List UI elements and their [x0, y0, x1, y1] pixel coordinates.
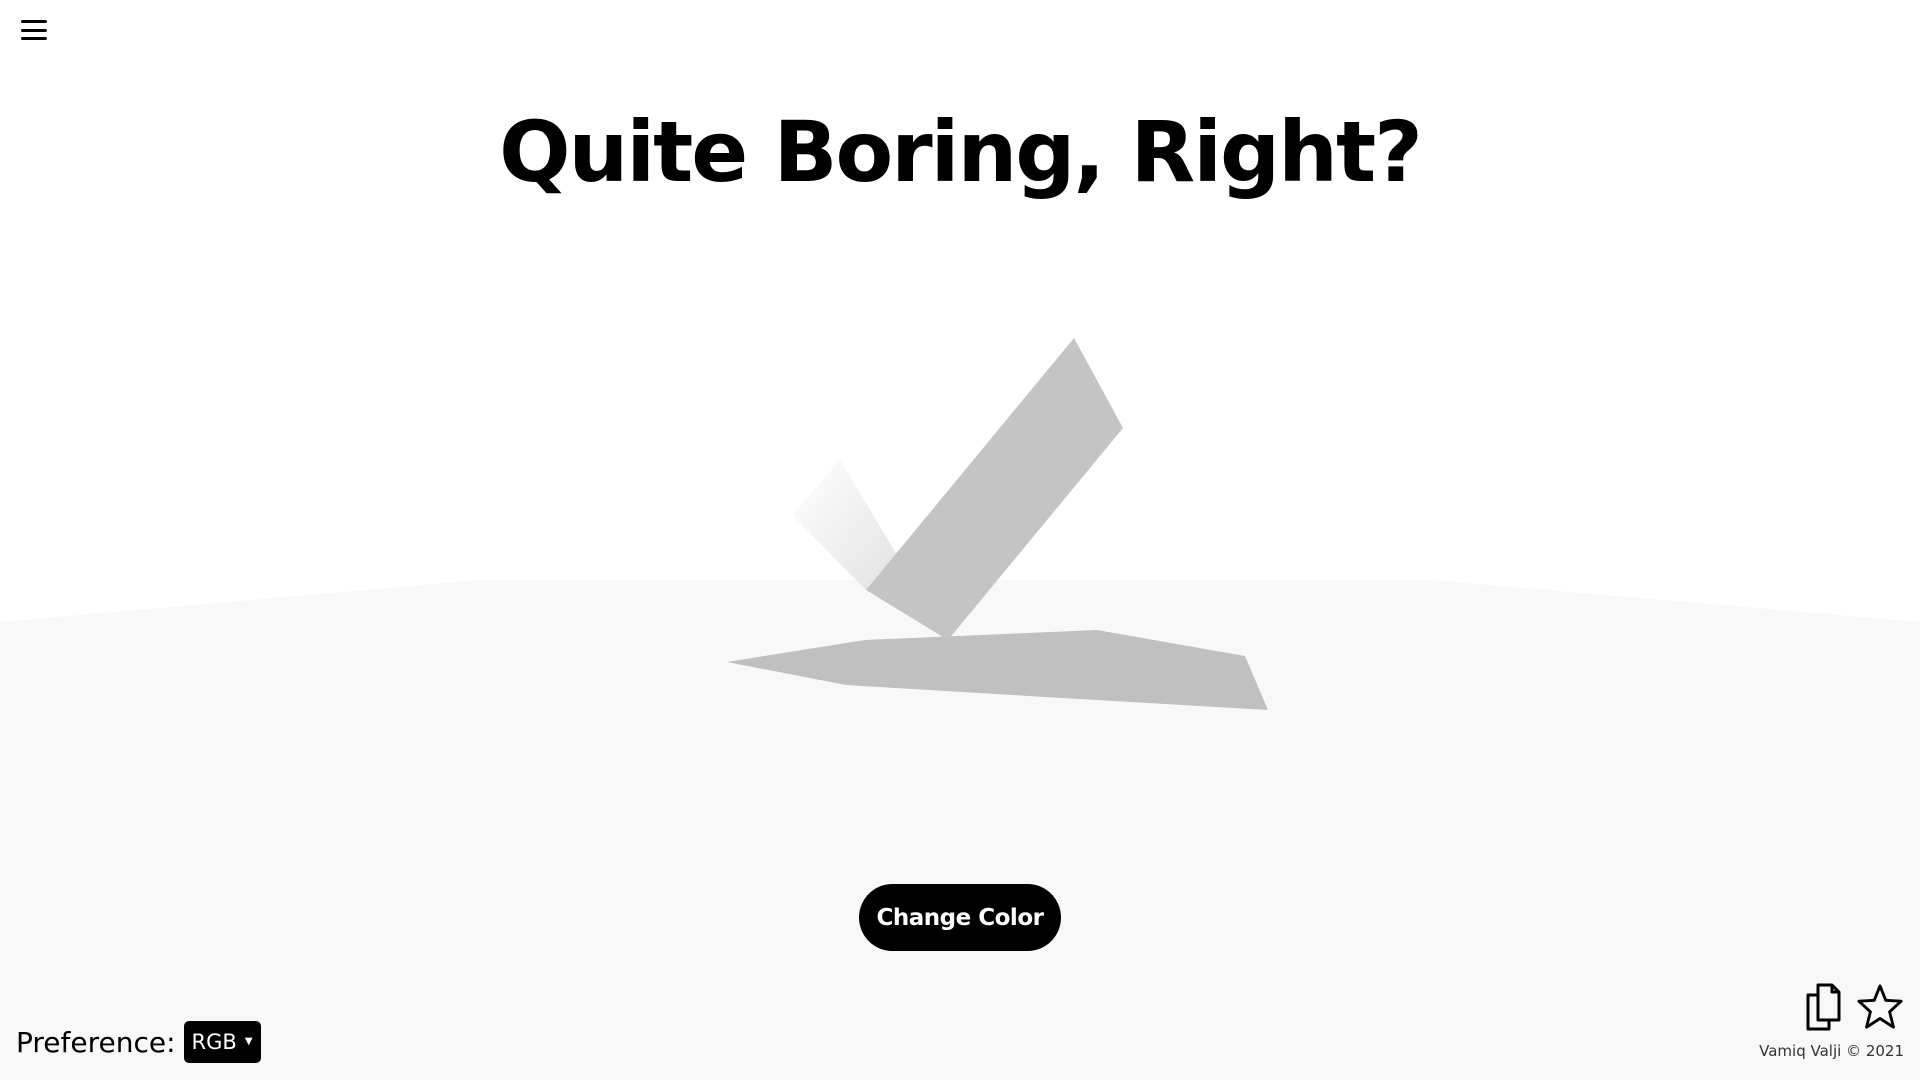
copy-icon[interactable]: [1798, 982, 1846, 1032]
preference-value: RGB: [191, 1030, 237, 1054]
hamburger-menu-icon[interactable]: [18, 16, 50, 44]
preference-control: Preference: RGB ▼: [16, 1021, 261, 1063]
change-color-button[interactable]: Change Color: [859, 884, 1061, 951]
star-icon[interactable]: [1856, 982, 1904, 1032]
app-stage: Quite Boring, Right? Change Color Prefer…: [0, 0, 1920, 1080]
menu-bar: [21, 37, 47, 40]
menu-bar: [21, 20, 47, 23]
chevron-down-icon: ▼: [244, 1035, 253, 1047]
copyright-text: Vamiq Valji © 2021: [1759, 1042, 1904, 1060]
preference-select[interactable]: RGB ▼: [183, 1021, 261, 1063]
tool-icons: [1798, 982, 1904, 1032]
page-title: Quite Boring, Right?: [499, 103, 1423, 201]
menu-bar: [21, 28, 47, 32]
preference-label: Preference:: [16, 1025, 176, 1059]
